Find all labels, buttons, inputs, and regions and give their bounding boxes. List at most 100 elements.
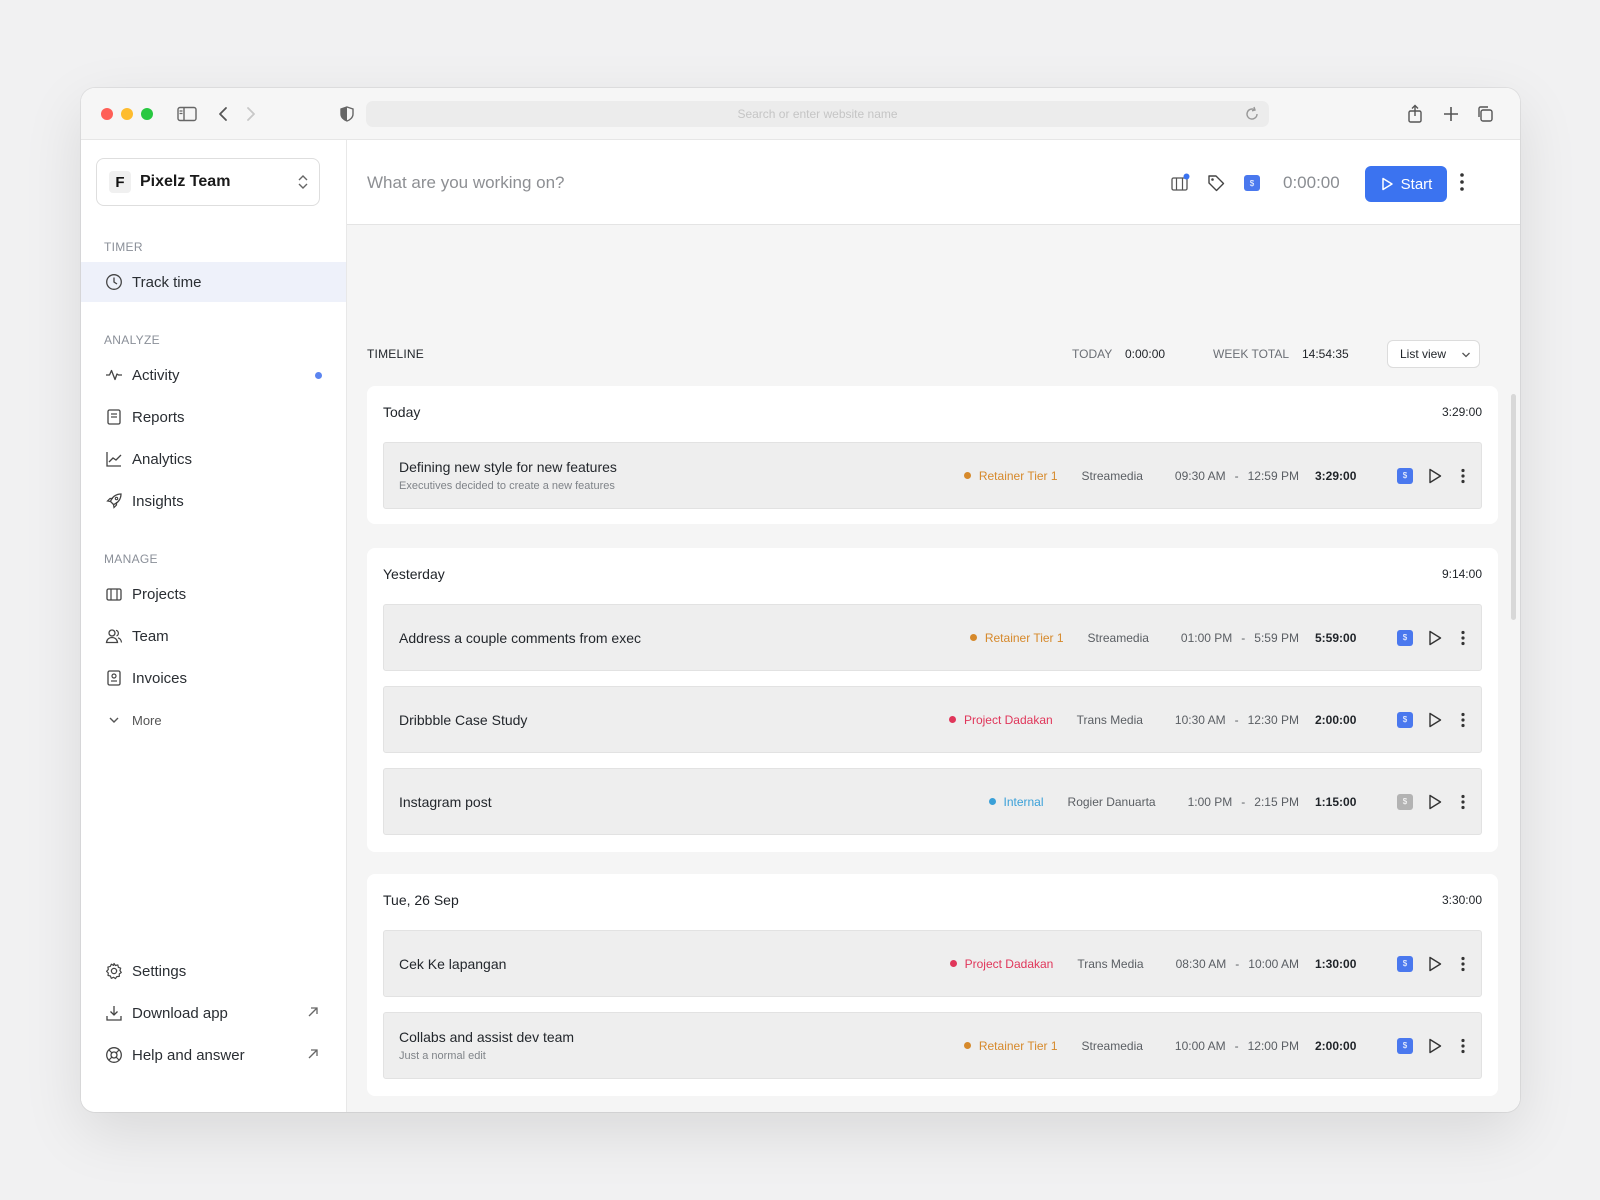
- more-options-icon[interactable]: [1457, 630, 1469, 646]
- sidebar-item-team[interactable]: Team: [81, 616, 346, 656]
- task-description-input[interactable]: What are you working on?: [367, 173, 565, 193]
- close-window-button[interactable]: [101, 108, 113, 120]
- project-color-dot: [988, 798, 996, 805]
- entry-time-range[interactable]: 09:30 AM -12:59 PM: [1175, 469, 1299, 483]
- shield-icon[interactable]: [335, 102, 359, 126]
- project-color-dot: [963, 1042, 971, 1049]
- sidebar-item-label: Invoices: [132, 669, 188, 687]
- day-group: Yesterday 9:14:00 Address a couple comment…: [367, 548, 1498, 852]
- entry-project[interactable]: Retainer Tier 1: [969, 631, 1064, 645]
- more-options-icon[interactable]: [1457, 956, 1469, 972]
- clock-icon: [104, 272, 124, 292]
- billable-toggle-icon[interactable]: $: [1241, 172, 1263, 194]
- reload-icon[interactable]: [1243, 105, 1261, 126]
- sidebar-item-settings[interactable]: Settings: [81, 951, 346, 991]
- play-icon[interactable]: [1427, 1038, 1443, 1054]
- day-total: 3:29:00: [1441, 405, 1482, 419]
- entry-duration: 2:00:00: [1315, 712, 1357, 727]
- time-separator: -: [1234, 1038, 1239, 1053]
- sidebar-toggle-icon[interactable]: [175, 102, 199, 126]
- entry-time-range[interactable]: 01:00 PM -5:59 PM: [1181, 631, 1299, 645]
- new-tab-plus-icon[interactable]: [1439, 102, 1463, 126]
- sidebar-item-projects[interactable]: Projects: [81, 574, 346, 614]
- share-icon[interactable]: [1403, 102, 1427, 126]
- more-options-icon[interactable]: [1459, 172, 1465, 197]
- billable-icon[interactable]: $: [1397, 955, 1413, 972]
- entry-project[interactable]: Internal: [988, 795, 1044, 809]
- team-switcher[interactable]: F Pixelz Team: [96, 158, 320, 206]
- entry-project[interactable]: Retainer Tier 1: [963, 469, 1058, 483]
- play-icon[interactable]: [1427, 956, 1443, 972]
- more-options-icon[interactable]: [1457, 468, 1469, 484]
- day-group: Today 3:29:00 Defining new style for new f…: [367, 386, 1498, 524]
- billable-icon[interactable]: $: [1397, 1037, 1413, 1054]
- time-entry-row[interactable]: Collabs and assist dev team Just a normal…: [383, 1012, 1482, 1079]
- entry-client: Rogier Danuarta: [1067, 794, 1156, 809]
- entry-time-range[interactable]: 10:00 AM -12:00 PM: [1175, 1039, 1299, 1053]
- time-entry-row[interactable]: Cek Ke lapangan Project Dadakan Trans Medi…: [383, 930, 1482, 997]
- play-icon[interactable]: [1427, 712, 1443, 728]
- time-entry-row[interactable]: Instagram post Internal Rogier Danuarta 1:0…: [383, 768, 1482, 835]
- entry-title: Instagram post: [399, 794, 492, 810]
- billable-icon[interactable]: $: [1397, 793, 1413, 810]
- scrollbar-thumb[interactable]: [1511, 394, 1516, 620]
- external-link-arrow-icon: [306, 1005, 320, 1023]
- entry-project[interactable]: Retainer Tier 1: [963, 1038, 1058, 1053]
- entry-end-time: 10:00 AM: [1248, 956, 1299, 971]
- entry-project[interactable]: Project Dadakan: [949, 957, 1053, 971]
- section-label-analyze: ANALYZE: [104, 333, 160, 347]
- back-arrow-icon[interactable]: [211, 102, 235, 126]
- timer-readout: 0:00:00: [1283, 173, 1340, 192]
- entry-end-time: 12:30 PM: [1247, 712, 1299, 727]
- time-entry-row[interactable]: Defining new style for new features Execu…: [383, 442, 1482, 509]
- forward-arrow-icon[interactable]: [239, 102, 263, 126]
- week-total-label: WEEK TOTAL: [1213, 347, 1290, 361]
- today-label: TODAY: [1072, 347, 1113, 361]
- sidebar-item-invoices[interactable]: Invoices: [81, 658, 346, 698]
- address-bar[interactable]: Search or enter website name: [366, 101, 1269, 127]
- time-separator: -: [1235, 956, 1240, 971]
- play-icon: [1381, 177, 1393, 191]
- sidebar-item-activity[interactable]: Activity: [81, 355, 346, 395]
- project-color-dot: [963, 472, 971, 479]
- sidebar-item-reports[interactable]: Reports: [81, 397, 346, 437]
- lifebuoy-icon: [104, 1045, 124, 1065]
- sidebar-item-insights[interactable]: Insights: [81, 481, 346, 521]
- project-picker-icon[interactable]: [1169, 172, 1191, 194]
- minimize-window-button[interactable]: [121, 108, 133, 120]
- time-separator: -: [1234, 712, 1239, 727]
- project-name: Retainer Tier 1: [978, 1038, 1058, 1053]
- play-icon[interactable]: [1427, 630, 1443, 646]
- entry-time-range[interactable]: 1:00 PM -2:15 PM: [1188, 795, 1299, 809]
- sidebar-item-track-time[interactable]: Track time: [81, 262, 346, 302]
- chevron-down-icon: [104, 710, 124, 730]
- time-entry-row[interactable]: Dribbble Case Study Project Dadakan Trans …: [383, 686, 1482, 753]
- sidebar-item-more[interactable]: More: [81, 700, 346, 740]
- tab-overview-icon[interactable]: [1473, 102, 1497, 126]
- time-entry-row[interactable]: Address a couple comments from exec Retai…: [383, 604, 1482, 671]
- sidebar-item-analytics[interactable]: Analytics: [81, 439, 346, 479]
- more-options-icon[interactable]: [1457, 712, 1469, 728]
- tag-icon[interactable]: [1205, 172, 1227, 194]
- entry-time-range[interactable]: 08:30 AM -10:00 AM: [1176, 957, 1299, 971]
- billable-icon[interactable]: $: [1397, 629, 1413, 646]
- more-options-icon[interactable]: [1457, 794, 1469, 810]
- billable-icon[interactable]: $: [1397, 711, 1413, 728]
- play-icon[interactable]: [1427, 468, 1443, 484]
- start-timer-button[interactable]: Start: [1365, 166, 1447, 202]
- entry-duration: 5:59:00: [1315, 630, 1357, 645]
- play-icon[interactable]: [1427, 794, 1443, 810]
- view-mode-select[interactable]: List view: [1387, 340, 1480, 368]
- folder-icon: [104, 584, 124, 604]
- sidebar-item-help[interactable]: Help and answer: [81, 1035, 346, 1075]
- sidebar-item-download-app[interactable]: Download app: [81, 993, 346, 1033]
- more-options-icon[interactable]: [1457, 1038, 1469, 1054]
- sidebar-item-label: Download app: [132, 1004, 228, 1022]
- maximize-window-button[interactable]: [141, 108, 153, 120]
- billable-icon[interactable]: $: [1397, 467, 1413, 484]
- browser-window: Search or enter website name F Pixelz Te…: [81, 88, 1520, 1112]
- entry-time-range[interactable]: 10:30 AM -12:30 PM: [1175, 713, 1299, 727]
- browser-toolbar: Search or enter website name: [81, 88, 1520, 140]
- entry-client: Trans Media: [1077, 956, 1144, 971]
- entry-project[interactable]: Project Dadakan: [948, 713, 1053, 727]
